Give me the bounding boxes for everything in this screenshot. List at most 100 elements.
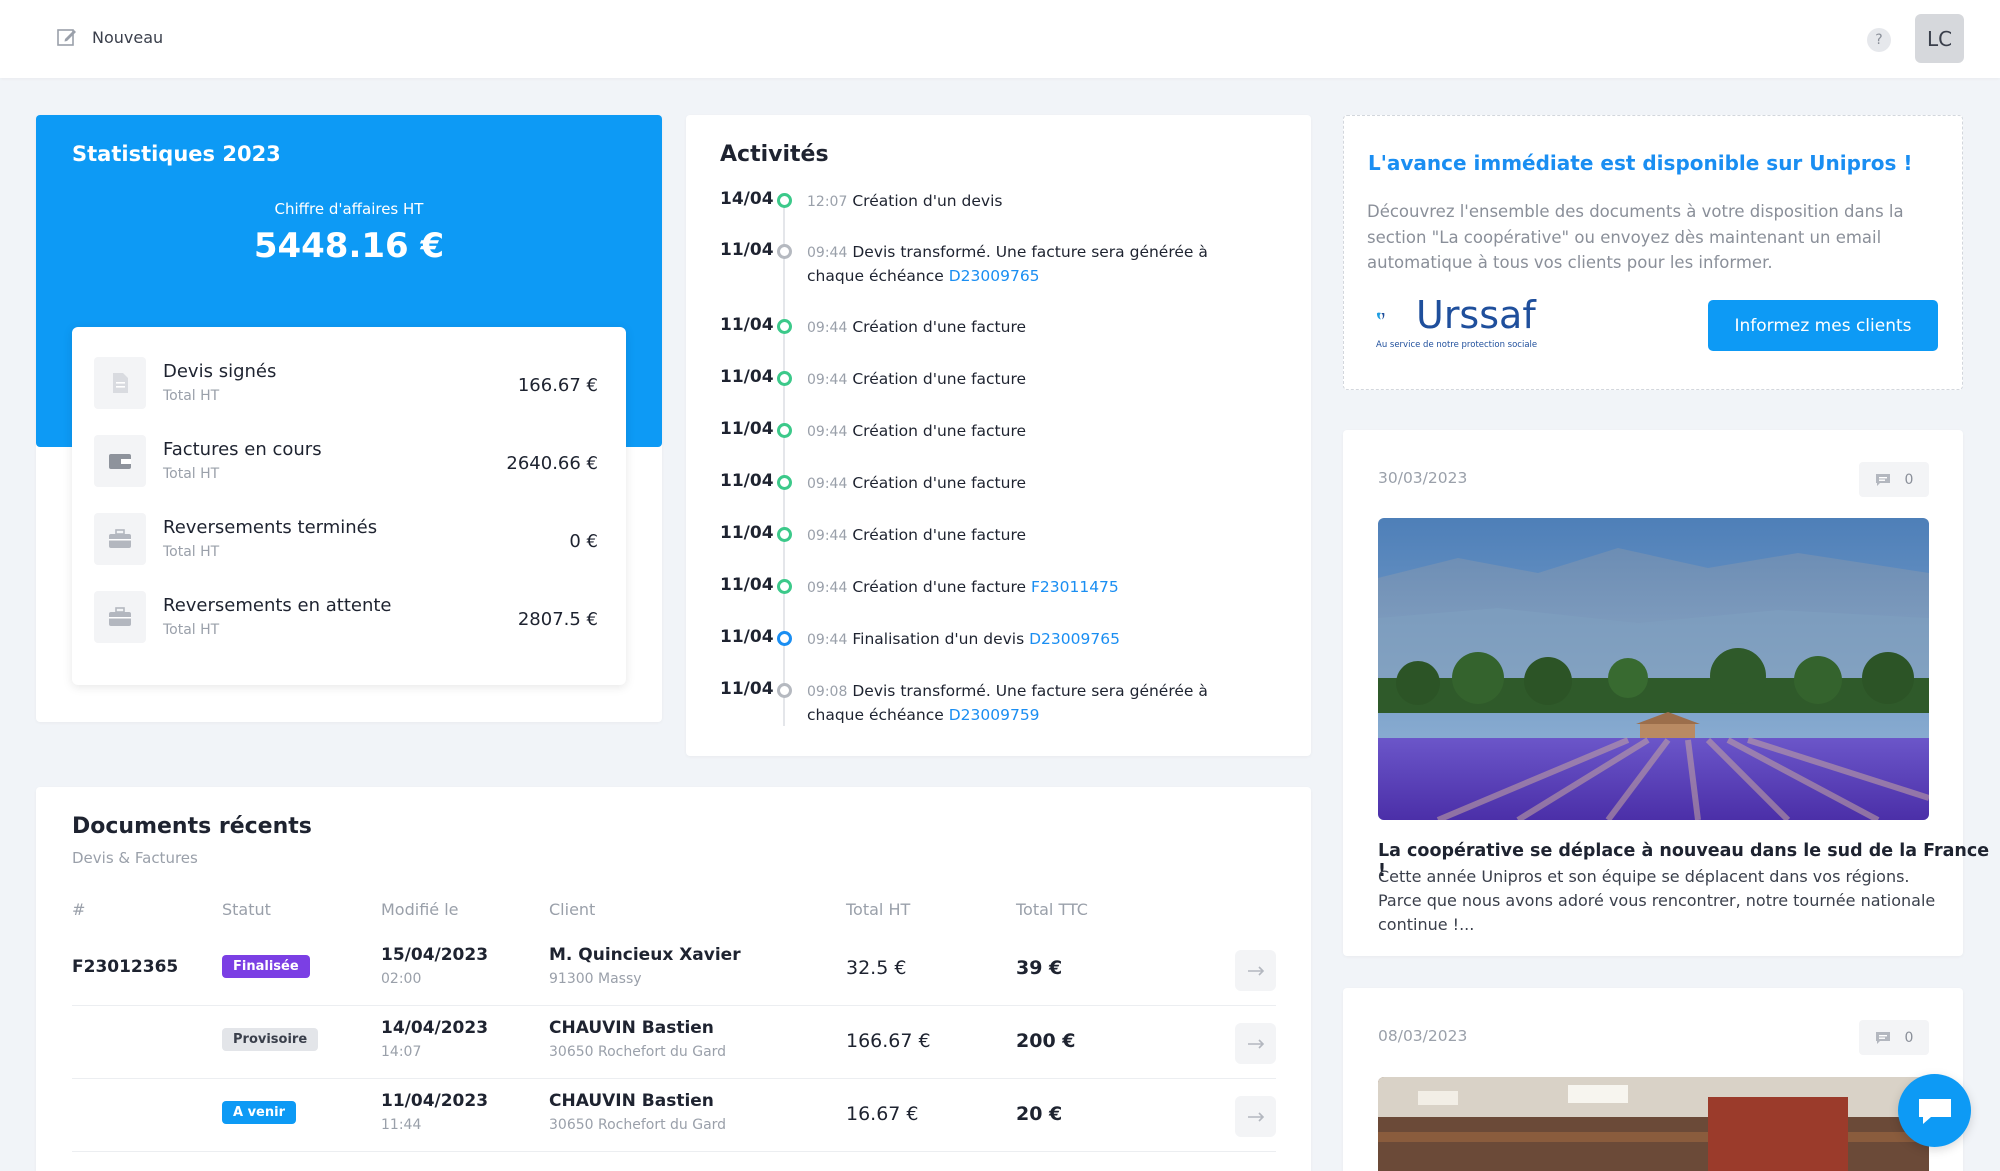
- stat-name: Devis signés: [163, 361, 277, 382]
- activity-text: 09:44 Devis transformé. Une facture sera …: [807, 243, 1208, 285]
- status-dot: [777, 244, 792, 259]
- modified-date: 11/04/2023: [381, 1091, 489, 1111]
- wallet-icon: [94, 435, 146, 487]
- briefcase-icon: [94, 513, 146, 565]
- status-dot: [777, 631, 792, 646]
- activity-date: 11/04: [720, 575, 774, 595]
- modified-date: 14/04/2023: [381, 1018, 489, 1038]
- stat-value: 0 €: [569, 531, 598, 552]
- modified-date: 15/04/2023: [381, 945, 489, 965]
- activity-date: 14/04: [720, 189, 774, 209]
- stat-sub: Total HT: [163, 466, 220, 482]
- urssaf-wordmark: Urssaf: [1416, 293, 1536, 337]
- stat-sub: Total HT: [163, 622, 220, 638]
- briefcase-icon: [94, 591, 146, 643]
- status-dot: [777, 475, 792, 490]
- column-header-number: #: [72, 900, 86, 919]
- client-name: CHAUVIN Bastien: [549, 1018, 714, 1038]
- activity-text: 09:44 Création d'une facture: [807, 318, 1027, 336]
- column-header-total-ttc: Total TTC: [1016, 900, 1088, 919]
- status-dot: [777, 319, 792, 334]
- open-document-button[interactable]: [1235, 1023, 1276, 1064]
- total-ttc: 200 €: [1016, 1030, 1076, 1052]
- status-dot: [777, 683, 792, 698]
- stat-sub: Total HT: [163, 544, 220, 560]
- arrow-right-icon: [1247, 1111, 1264, 1122]
- document-link[interactable]: D23009759: [949, 706, 1040, 724]
- comments-button[interactable]: 0: [1859, 462, 1929, 497]
- open-document-button[interactable]: [1235, 950, 1276, 991]
- news-body: Cette année Unipros et son équipe se dép…: [1378, 867, 1936, 934]
- table-row[interactable]: F23012365 Finalisée 15/04/2023 02:00 M. …: [72, 933, 1276, 1006]
- chat-icon: [1918, 1098, 1951, 1124]
- inform-clients-button[interactable]: Informez mes clients: [1708, 300, 1938, 351]
- arrow-right-icon: [1247, 965, 1264, 976]
- column-header-modified: Modifié le: [381, 900, 459, 919]
- activity-date: 11/04: [720, 471, 774, 491]
- stats-list: Devis signés Total HT 166.67 € Factures …: [72, 327, 626, 685]
- status-badge: Finalisée: [222, 955, 310, 978]
- new-button-label: Nouveau: [92, 27, 164, 47]
- comments-count: 0: [1904, 471, 1914, 488]
- modified-time: 02:00: [381, 971, 422, 987]
- recent-documents-title: Documents récents: [72, 814, 312, 839]
- activity-text: 09:44 Création d'une facture: [807, 526, 1027, 544]
- comment-icon: [1875, 1031, 1890, 1044]
- status-dot: [777, 193, 792, 208]
- stat-value: 166.67 €: [517, 375, 598, 396]
- status-dot: [777, 371, 792, 386]
- stat-row-factures-en-cours: Factures en cours Total HT 2640.66 €: [72, 430, 626, 508]
- new-button[interactable]: Nouveau: [56, 26, 163, 48]
- document-link[interactable]: D23009765: [1029, 630, 1120, 648]
- table-row[interactable]: A venir 11/04/2023 11:44 CHAUVIN Bastien…: [72, 1079, 1276, 1152]
- activity-date: 11/04: [720, 679, 774, 699]
- activity-date: 11/04: [720, 367, 774, 387]
- avatar[interactable]: LC: [1915, 14, 1964, 63]
- document-link[interactable]: F23011475: [1031, 578, 1119, 596]
- activity-text: 09:44 Création d'une facture: [807, 370, 1027, 388]
- activity-text: 12:07 Création d'un devis: [807, 192, 1003, 210]
- help-icon[interactable]: ?: [1867, 28, 1891, 52]
- table-row[interactable]: Provisoire 14/04/2023 14:07 CHAUVIN Bast…: [72, 1006, 1276, 1079]
- client-address: 30650 Rochefort du Gard: [549, 1044, 727, 1060]
- document-link[interactable]: D23009765: [949, 267, 1040, 285]
- news-date: 08/03/2023: [1378, 1027, 1468, 1045]
- stat-value: 2807.5 €: [517, 609, 598, 630]
- total-ht: 166.67 €: [846, 1030, 931, 1052]
- office-room-image: [1378, 1077, 1929, 1171]
- modified-time: 14:07: [381, 1044, 422, 1060]
- news-date: 30/03/2023: [1378, 469, 1468, 487]
- activity-text: 09:08 Devis transformé. Une facture sera …: [807, 682, 1208, 724]
- edit-icon: [57, 29, 76, 46]
- status-dot: [777, 579, 792, 594]
- total-ht: 32.5 €: [846, 957, 907, 979]
- top-bar: Nouveau ? LC: [0, 0, 2000, 78]
- open-document-button[interactable]: [1235, 1096, 1276, 1137]
- client-address: 30650 Rochefort du Gard: [549, 1117, 727, 1133]
- activity-date: 11/04: [720, 523, 774, 543]
- urssaf-tagline: Au service de notre protection sociale: [1376, 340, 1538, 350]
- revenue-value: 5448.16 €: [253, 226, 445, 266]
- stats-title: Statistiques 2023: [72, 142, 281, 166]
- column-header-client: Client: [549, 900, 596, 919]
- revenue-label: Chiffre d'affaires HT: [274, 200, 424, 218]
- timeline-line: [783, 198, 785, 726]
- status-badge: Provisoire: [222, 1028, 319, 1051]
- stat-name: Factures en cours: [163, 439, 322, 460]
- total-ttc: 20 €: [1016, 1103, 1063, 1125]
- stat-sub: Total HT: [163, 388, 220, 404]
- stat-row-devis-signes: Devis signés Total HT 166.67 €: [72, 352, 626, 430]
- activity-date: 11/04: [720, 315, 774, 335]
- status-dot: [777, 423, 792, 438]
- column-header-status: Statut: [222, 900, 271, 919]
- comments-button[interactable]: 0: [1859, 1020, 1929, 1055]
- status-badge: A venir: [222, 1101, 296, 1124]
- promo-title: L'avance immédiate est disponible sur Un…: [1368, 151, 1913, 175]
- activity-text: 09:44 Création d'une facture: [807, 474, 1027, 492]
- document-icon: [94, 357, 146, 409]
- total-ttc: 39 €: [1016, 957, 1063, 979]
- chat-button[interactable]: [1898, 1074, 1971, 1147]
- client-address: 91300 Massy: [549, 971, 642, 987]
- activity-text: 09:44 Finalisation d'un devis D23009765: [807, 630, 1120, 648]
- promo-text: Découvrez l'ensemble des documents à vot…: [1367, 202, 1904, 272]
